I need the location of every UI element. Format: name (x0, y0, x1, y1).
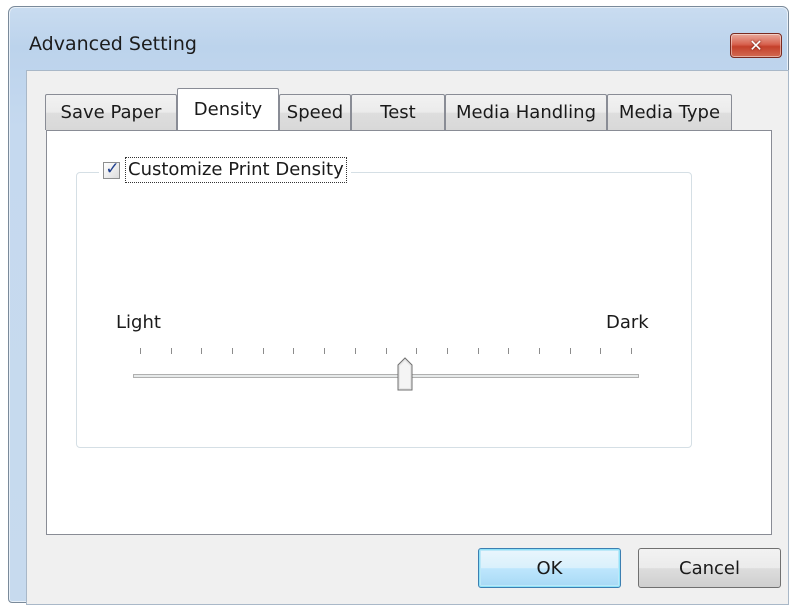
density-slider-thumb[interactable] (397, 357, 413, 391)
tab-media-handling[interactable]: Media Handling (445, 94, 607, 130)
density-groupbox (76, 172, 692, 448)
slider-tick (293, 348, 295, 354)
slider-tick (354, 348, 356, 354)
slider-tick (170, 348, 172, 354)
density-tab-panel: ✓ Customize Print Density Light Dark (46, 130, 772, 535)
slider-max-label: Dark (606, 312, 649, 333)
slider-tick (477, 348, 479, 354)
slider-tick (262, 348, 264, 354)
checkmark-icon: ✓ (105, 158, 120, 179)
slider-tick (232, 348, 234, 354)
customize-density-checkbox[interactable]: ✓ (103, 158, 120, 179)
tab-density[interactable]: Density (177, 88, 279, 130)
slider-tick (446, 348, 448, 354)
slider-tick (538, 348, 540, 354)
slider-tick (569, 348, 571, 354)
slider-tick (416, 348, 418, 354)
tab-speed[interactable]: Speed (279, 94, 351, 130)
customize-density-header: ✓ Customize Print Density (99, 155, 351, 185)
slider-min-label: Light (116, 312, 161, 333)
slider-tick (324, 348, 326, 354)
slider-tick (631, 348, 632, 354)
cancel-button[interactable]: Cancel (638, 548, 781, 588)
dialog-window: Advanced Setting ✕ Save Paper Density Sp… (8, 6, 789, 605)
slider-tick (201, 348, 203, 354)
tab-media-type[interactable]: Media Type (607, 94, 732, 130)
dialog-client-area: Save Paper Density Speed Test Media Hand… (26, 70, 789, 605)
customize-density-label[interactable]: Customize Print Density (125, 157, 347, 183)
window-title: Advanced Setting (29, 33, 197, 55)
close-button[interactable]: ✕ (730, 33, 782, 58)
close-icon: ✕ (749, 36, 763, 55)
tab-save-paper[interactable]: Save Paper (45, 94, 177, 130)
slider-tick (140, 348, 141, 354)
density-slider-track[interactable] (133, 374, 639, 378)
ok-button[interactable]: OK (478, 548, 621, 588)
slider-tick (385, 348, 387, 354)
slider-tick (508, 348, 510, 354)
slider-tick (600, 348, 602, 354)
tab-test[interactable]: Test (351, 94, 445, 130)
